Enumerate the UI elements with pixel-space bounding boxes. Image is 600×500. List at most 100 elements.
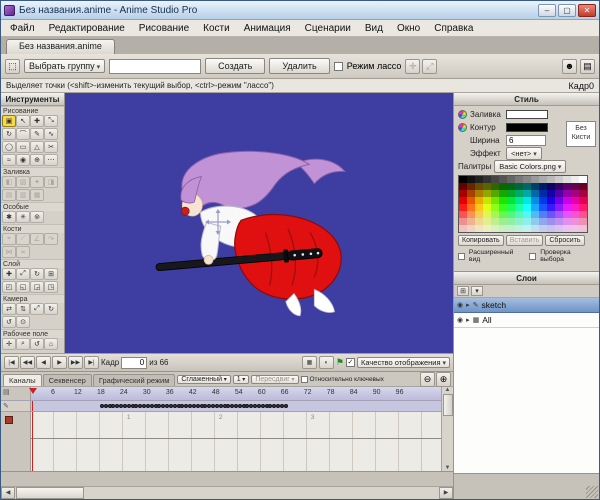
palette-swatch[interactable] (507, 176, 515, 183)
palette-swatch[interactable] (515, 176, 523, 183)
palette-swatch[interactable] (555, 204, 563, 211)
menu-item-7[interactable]: Окно (390, 22, 427, 35)
scroll-up-icon[interactable]: ▲ (445, 387, 451, 393)
palette-swatch[interactable] (523, 197, 531, 204)
palette-swatch[interactable] (555, 176, 563, 183)
quality-checkbox[interactable]: ✓ (346, 358, 355, 367)
palette-swatch[interactable] (563, 211, 571, 218)
tool-button[interactable]: ▣ (2, 115, 16, 127)
palette-swatch[interactable] (467, 204, 475, 211)
playback-button[interactable]: ◀ (36, 356, 51, 369)
brush-preview-button[interactable]: Без Кисти (566, 121, 596, 147)
palette-swatch[interactable] (531, 183, 539, 190)
toolbar-right-icon[interactable]: ▤ (580, 59, 595, 74)
palette-swatch[interactable] (483, 204, 491, 211)
paste-style-button[interactable]: Вставить (506, 235, 544, 246)
playback-button[interactable]: |◀ (4, 356, 19, 369)
palette-swatch[interactable] (491, 197, 499, 204)
tool-button[interactable]: ⋯ (44, 154, 58, 166)
palette-swatch[interactable] (491, 190, 499, 197)
palette-swatch[interactable] (515, 190, 523, 197)
fill-color-swatch[interactable] (506, 110, 548, 119)
palette-swatch[interactable] (579, 183, 587, 190)
stroke-color-swatch[interactable] (506, 123, 548, 132)
playback-icon[interactable]: ◐ (319, 356, 334, 369)
palette-swatch[interactable] (563, 218, 571, 225)
palette-swatch[interactable] (459, 225, 467, 232)
palette-swatch[interactable] (523, 218, 531, 225)
group-name-input[interactable] (109, 59, 201, 74)
interpolation-dropdown[interactable]: Сглаженный (177, 375, 230, 384)
palette-swatch[interactable] (563, 176, 571, 183)
palette-swatch[interactable] (499, 183, 507, 190)
tool-button[interactable]: ⌂ (44, 338, 58, 350)
palette-swatch[interactable] (499, 218, 507, 225)
palette-swatch[interactable] (507, 218, 515, 225)
palette-swatch[interactable] (539, 183, 547, 190)
palette-swatch[interactable] (459, 183, 467, 190)
palette-swatch[interactable] (531, 204, 539, 211)
palette-swatch[interactable] (459, 218, 467, 225)
palette-swatch[interactable] (499, 211, 507, 218)
palette-swatch[interactable] (515, 218, 523, 225)
layers-toolbar-icon[interactable]: ⊞ (457, 286, 469, 296)
palette-swatch[interactable] (571, 176, 579, 183)
stroke-color-wheel-icon[interactable] (458, 123, 467, 132)
tool-button[interactable]: ↻ (2, 128, 16, 140)
palette-swatch[interactable] (531, 211, 539, 218)
copy-style-button[interactable]: Копировать (458, 235, 504, 246)
palette-swatch[interactable] (491, 176, 499, 183)
palette-swatch[interactable] (507, 190, 515, 197)
palette-swatch[interactable] (467, 176, 475, 183)
tool-button[interactable]: ◳ (44, 281, 58, 293)
menu-item-8[interactable]: Справка (427, 22, 480, 35)
palette-swatch[interactable] (515, 197, 523, 204)
palette-swatch[interactable] (491, 183, 499, 190)
tool-button[interactable]: ⊙ (16, 316, 30, 328)
palette-swatch[interactable] (563, 183, 571, 190)
palette-swatch[interactable] (459, 211, 467, 218)
tool-button[interactable]: ⊕ (30, 154, 44, 166)
timeline-tab-0[interactable]: Каналы (3, 374, 42, 386)
palette-swatch[interactable] (563, 190, 571, 197)
playback-button[interactable]: ▶▶ (68, 356, 83, 369)
palette-swatch[interactable] (491, 225, 499, 232)
palette-swatch[interactable] (483, 176, 491, 183)
palette-swatch[interactable] (539, 176, 547, 183)
palette-swatch[interactable] (483, 225, 491, 232)
palette-swatch[interactable] (571, 197, 579, 204)
palette-swatch[interactable] (499, 225, 507, 232)
palette-swatch[interactable] (507, 211, 515, 218)
timeline-tracks[interactable]: 123 (1, 411, 453, 471)
scroll-thumb[interactable] (443, 394, 453, 416)
tool-button[interactable]: ◲ (30, 281, 44, 293)
lasso-checkbox[interactable] (334, 62, 343, 71)
tool-button[interactable]: ✚ (30, 115, 44, 127)
effect-dropdown[interactable]: <нет> (506, 147, 542, 160)
palette-swatch[interactable] (475, 211, 483, 218)
timeline-tab-1[interactable]: Секвенсер (43, 374, 92, 386)
scroll-right-icon[interactable]: ▶ (439, 487, 453, 499)
palette-swatch[interactable] (467, 197, 475, 204)
palette-swatch[interactable] (507, 225, 515, 232)
tool-button[interactable]: ⌕ (16, 338, 30, 350)
tool-button[interactable]: ⤢ (30, 303, 44, 315)
close-button[interactable]: ✕ (578, 4, 596, 17)
palette-swatch[interactable] (579, 176, 587, 183)
palette-swatch[interactable] (515, 204, 523, 211)
palette-swatch[interactable] (475, 225, 483, 232)
palette-swatch[interactable] (467, 218, 475, 225)
timeline-tab-2[interactable]: Графический режим (93, 374, 176, 386)
playback-icon[interactable]: ▦ (302, 356, 317, 369)
palette-swatch[interactable] (571, 225, 579, 232)
palette-swatch[interactable] (531, 197, 539, 204)
menu-item-4[interactable]: Анимация (237, 22, 298, 35)
palette-file-dropdown[interactable]: Basic Colors.png (494, 160, 566, 173)
palette-swatch[interactable] (539, 190, 547, 197)
palette-swatch[interactable] (475, 197, 483, 204)
palette-swatch[interactable] (579, 218, 587, 225)
playback-button[interactable]: ◀◀ (20, 356, 35, 369)
tool-button[interactable]: ▭ (16, 141, 30, 153)
timeline-ruler[interactable]: ▤ 6121824303642485460667278849096 (1, 387, 453, 400)
palette-swatch[interactable] (523, 183, 531, 190)
